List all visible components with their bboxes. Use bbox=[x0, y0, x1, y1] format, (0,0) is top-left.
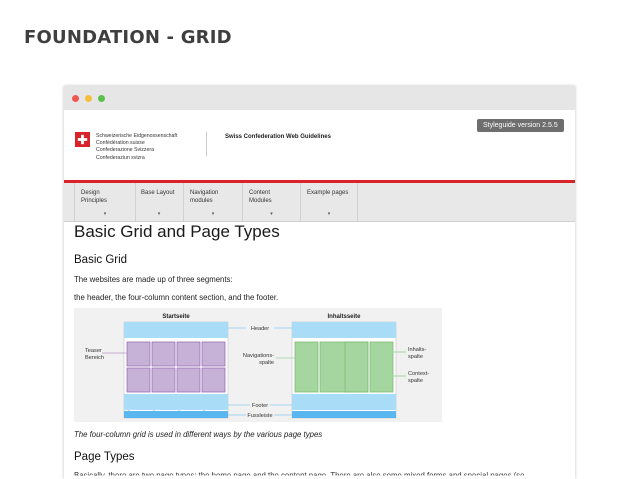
chevron-down-icon: ▾ bbox=[103, 211, 107, 217]
main-navigation: Design Principles ▾ Base Layout ▾ Navigat… bbox=[64, 183, 575, 222]
nav-label: Navigation bbox=[190, 190, 219, 196]
label-inhalt-2: spalte bbox=[408, 354, 423, 360]
browser-titlebar bbox=[64, 86, 575, 110]
site-title[interactable]: Swiss Confederation Web Guidelines bbox=[225, 134, 331, 140]
page-title: Basic Grid and Page Types bbox=[74, 222, 280, 241]
label-fussleiste: Fussleiste bbox=[247, 413, 272, 419]
version-badge[interactable]: Styleguide version 2.5.5 bbox=[477, 119, 564, 132]
federal-line-fr: Confédération suisse bbox=[96, 140, 145, 147]
paragraph-segments-list: the header, the four-column content sect… bbox=[74, 293, 279, 302]
nav-label: Example pages bbox=[307, 190, 349, 196]
federal-line-rm: Confederaziun svizra bbox=[96, 154, 145, 161]
chevron-down-icon: ▾ bbox=[211, 211, 215, 217]
label-teaser-2: Bereich bbox=[85, 355, 104, 361]
label-nav-2: spalte bbox=[259, 360, 274, 366]
nav-base-layout[interactable]: Base Layout ▾ bbox=[135, 183, 184, 221]
label-inhalt-1: Inhalts- bbox=[408, 347, 426, 353]
section-heading-basic-grid: Basic Grid bbox=[74, 254, 128, 266]
federal-line-de: Schweizerische Eidgenossenschaft bbox=[96, 133, 178, 139]
label-teaser-1: Teaser bbox=[85, 348, 102, 354]
slide-title: FOUNDATION - GRID bbox=[24, 27, 232, 48]
nav-example-pages[interactable]: Example pages ▾ bbox=[301, 183, 358, 221]
diagram-title-startseite: Startseite bbox=[162, 314, 190, 320]
label-footer: Footer bbox=[252, 403, 268, 409]
chevron-down-icon: ▾ bbox=[270, 211, 273, 217]
chevron-down-icon: ▾ bbox=[327, 211, 331, 217]
minimize-window-button[interactable] bbox=[85, 95, 92, 102]
swiss-flag-icon bbox=[75, 132, 90, 147]
label-header: Header bbox=[251, 326, 269, 332]
nav-label-2: modules bbox=[190, 198, 213, 204]
browser-window: Schweizerische Eidgenossenschaft Confédé… bbox=[64, 86, 575, 479]
figure-caption: The four-column grid is used in differen… bbox=[74, 430, 323, 439]
section-heading-page-types: Page Types bbox=[74, 451, 135, 463]
label-context-1: Context- bbox=[408, 371, 429, 377]
nav-label: Base Layout bbox=[141, 190, 175, 196]
nav-content-modules[interactable]: Content Modules ▾ bbox=[243, 183, 301, 221]
chevron-down-icon: ▾ bbox=[157, 211, 161, 217]
nav-navigation-modules[interactable]: Navigation modules ▾ bbox=[184, 183, 243, 221]
maximize-window-button[interactable] bbox=[98, 95, 105, 102]
site-header: Schweizerische Eidgenossenschaft Confédé… bbox=[64, 110, 575, 183]
nav-label-2: Principles bbox=[81, 198, 108, 204]
website: Schweizerische Eidgenossenschaft Confédé… bbox=[64, 110, 575, 479]
grid-diagram: Startseite Inhaltsseite Header Teaser Be… bbox=[74, 308, 442, 422]
nav-design-principles[interactable]: Design Principles ▾ bbox=[74, 183, 136, 221]
nav-label: Content bbox=[249, 190, 271, 196]
label-nav-1: Navigations- bbox=[243, 353, 274, 359]
nav-label-2: Modules bbox=[249, 198, 272, 204]
paragraph-segments: The websites are made up of three segmen… bbox=[74, 275, 233, 284]
close-window-button[interactable] bbox=[72, 95, 79, 102]
diagram-title-inhaltsseite: Inhaltsseite bbox=[327, 314, 361, 320]
federal-line-it: Confederazione Svizzera bbox=[96, 147, 154, 154]
header-segment bbox=[124, 322, 228, 338]
header-divider bbox=[206, 132, 207, 156]
federal-name-block: Schweizerische Eidgenossenschaft Confédé… bbox=[96, 133, 177, 162]
label-context-2: spalte bbox=[408, 378, 423, 384]
nav-label: Design bbox=[81, 190, 100, 196]
paragraph-page-types-cut: Basically, there are two page types: the… bbox=[74, 471, 525, 479]
